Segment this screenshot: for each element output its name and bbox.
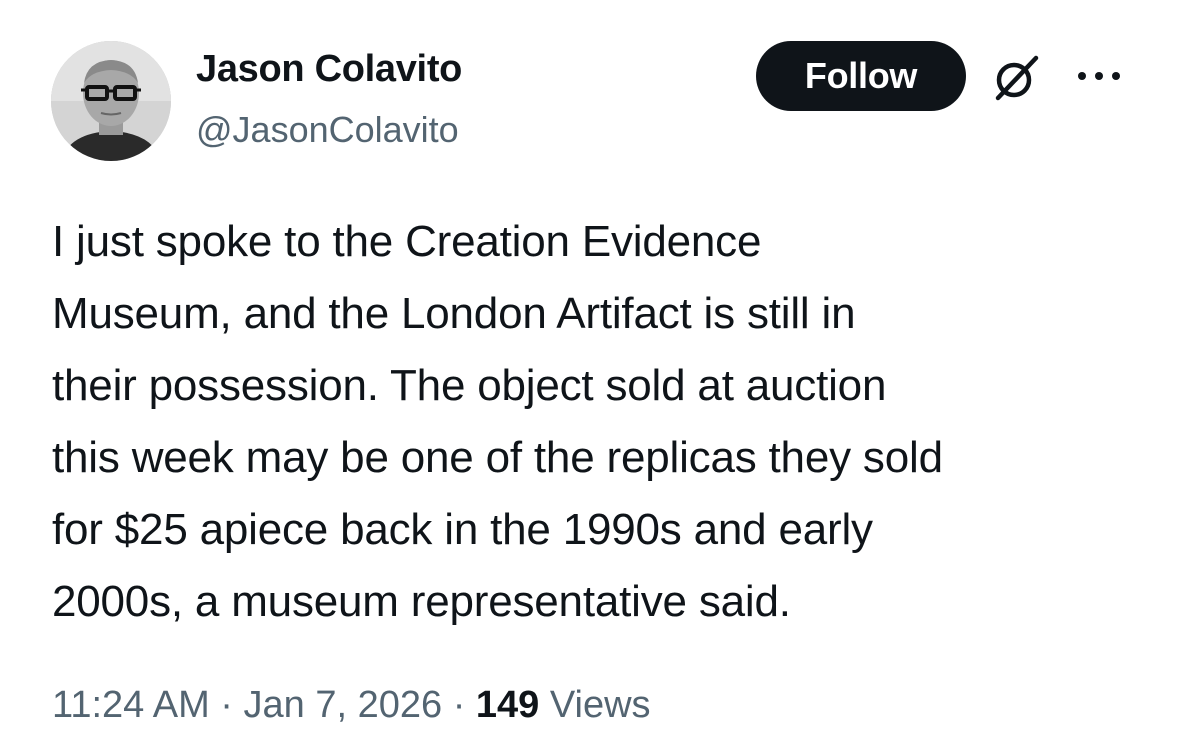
meta-separator: · [220,684,233,726]
views-label[interactable]: Views [550,684,651,726]
author-display-name[interactable]: Jason Colavito [196,46,462,92]
views-count[interactable]: 149 [476,684,539,726]
tweet-line: 2000s, a museum representative said. [52,577,791,626]
meta-separator: · [452,684,466,726]
person-avatar-icon [51,41,171,161]
tweet-line: this week may be one of the replicas the… [52,433,943,482]
tweet-card: Jason Colavito @JasonColavito Follow I j… [0,0,1179,749]
tweet-line: Museum, and the London Artifact is still… [52,289,856,338]
tweet-line: their possession. The object sold at auc… [52,361,887,410]
tweet-meta: 11:24 AM · Jan 7, 2026 · 149 Views [52,680,651,730]
avatar[interactable] [51,41,171,161]
more-dots-icon[interactable] [1074,62,1124,90]
tweet-time[interactable]: 11:24 AM [52,684,210,726]
tweet-line: for $25 apiece back in the 1990s and ear… [52,505,873,554]
follow-button[interactable]: Follow [756,41,966,111]
tweet-text: I just spoke to the Creation Evidence Mu… [52,206,1152,638]
tweet-date[interactable]: Jan 7, 2026 [244,684,443,726]
author-handle[interactable]: @JasonColavito [196,108,459,152]
tweet-line: I just spoke to the Creation Evidence [52,217,762,266]
grok-icon[interactable] [988,50,1044,106]
